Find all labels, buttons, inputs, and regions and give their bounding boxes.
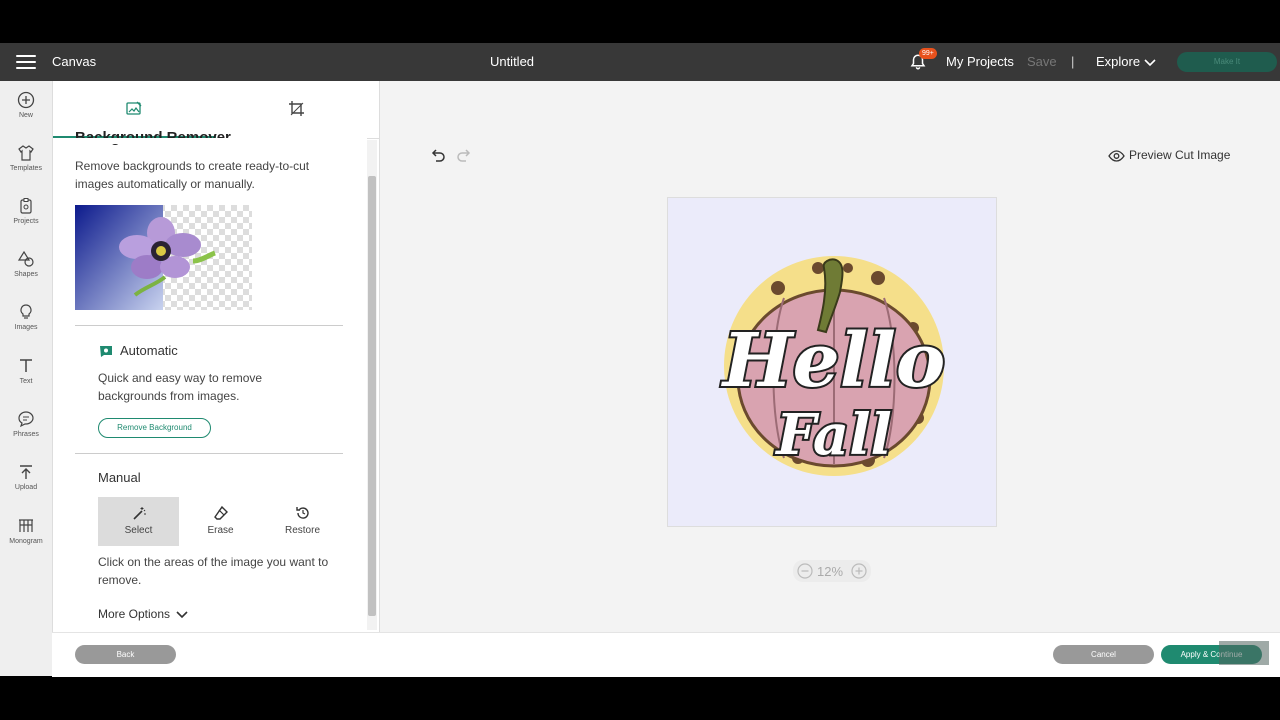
zoom-in-icon[interactable] (851, 563, 867, 579)
hello-fall-artwork[interactable]: Hello Fall (668, 198, 996, 526)
zoom-out-icon[interactable] (797, 563, 813, 579)
document-title[interactable]: Untitled (0, 54, 1024, 69)
my-projects-link[interactable]: My Projects (946, 54, 1014, 69)
sidebar-item-monogram[interactable]: Monogram (0, 517, 52, 545)
eraser-icon (213, 505, 228, 520)
cancel-button[interactable]: Cancel (1053, 645, 1154, 664)
panel-scrollbar[interactable] (367, 140, 377, 630)
section-divider (75, 453, 343, 454)
heading-mask (53, 138, 367, 144)
save-button[interactable]: Save (1027, 54, 1057, 69)
panel-description: Remove backgrounds to create ready-to-cu… (75, 159, 310, 191)
more-options-toggle[interactable]: More Options (98, 607, 188, 621)
artwork-hello-text: Hello (721, 318, 946, 404)
restore-tool-label: Restore (284, 525, 320, 536)
crop-tab-icon[interactable] (288, 100, 306, 118)
zoom-level: 12% (817, 564, 844, 579)
background-remover-panel: Background Remover Remove backgrounds to… (53, 81, 380, 632)
eye-icon (1108, 150, 1125, 162)
select-tool-label: Select (124, 525, 153, 536)
remove-background-button[interactable]: Remove Background (98, 418, 211, 438)
scrollbar-thumb[interactable] (368, 176, 376, 616)
undo-icon[interactable] (430, 149, 446, 163)
section-divider (75, 325, 343, 326)
zoom-control: 12% (793, 560, 871, 582)
manual-description: Click on the areas of the image you want… (98, 555, 329, 587)
text-icon (20, 359, 32, 372)
make-it-button[interactable]: Make It (1177, 52, 1277, 72)
manual-title: Manual (98, 470, 141, 485)
sidebar-item-phrases[interactable]: Phrases (0, 410, 52, 438)
sidebar-item-projects[interactable]: Projects (0, 197, 52, 225)
restore-tool-button[interactable]: Restore (262, 497, 343, 546)
sidebar-item-label: Shapes (14, 271, 38, 278)
redo-icon[interactable] (456, 149, 472, 163)
chevron-down-icon (176, 611, 188, 618)
sidebar-item-templates[interactable]: Templates (0, 144, 52, 172)
monogram-icon (19, 519, 33, 532)
restore-icon (295, 507, 309, 519)
sidebar-item-label: Text (19, 378, 33, 385)
back-button[interactable]: Back (75, 645, 176, 664)
clipboard-icon (20, 198, 32, 214)
automatic-description: Quick and easy way to remove backgrounds… (98, 371, 263, 403)
preview-cut-image-toggle[interactable]: Preview Cut Image (1108, 148, 1230, 162)
plus-circle-icon (17, 91, 35, 109)
select-tool-button[interactable]: Select (98, 497, 179, 546)
left-sidebar: New Templates Projects Shapes Images Tex… (0, 81, 53, 676)
top-bar: Canvas Untitled 99+ My Projects Save | E… (0, 43, 1280, 81)
preview-label: Preview Cut Image (1129, 148, 1231, 162)
sidebar-item-text[interactable]: Text (0, 357, 52, 385)
shapes-icon (17, 250, 34, 267)
manual-tools: Select Erase Restore (98, 497, 343, 546)
image-artboard[interactable]: Hello Fall (667, 197, 997, 527)
header-divider: | (1071, 54, 1075, 69)
sidebar-item-images[interactable]: Images (0, 303, 52, 331)
cursor-overlay (1219, 641, 1269, 665)
sidebar-item-label: Monogram (9, 538, 43, 545)
sidebar-item-label: Phrases (13, 431, 39, 438)
sidebar-item-label: Templates (10, 165, 42, 172)
sidebar-item-upload[interactable]: Upload (0, 463, 52, 491)
sidebar-item-label: New (18, 112, 33, 119)
explore-label: Explore (1096, 54, 1141, 69)
sidebar-item-label: Images (14, 324, 38, 331)
speech-bubble-icon (18, 411, 34, 428)
lightbulb-icon (20, 304, 32, 319)
artwork-fall-text: Fall (774, 402, 892, 468)
sidebar-item-new[interactable]: New (0, 91, 52, 119)
sidebar-item-shapes[interactable]: Shapes (0, 250, 52, 278)
notification-badge: 99+ (919, 48, 937, 59)
explore-menu[interactable]: Explore (1096, 54, 1156, 69)
auto-remove-icon (100, 346, 112, 357)
chevron-down-icon (1144, 58, 1156, 66)
more-options-label: More Options (98, 607, 171, 621)
shirt-icon (18, 145, 34, 161)
erase-tool-label: Erase (207, 525, 234, 536)
magic-wand-icon (132, 507, 146, 520)
sidebar-item-label: Projects (13, 218, 39, 225)
upload-icon (20, 465, 32, 479)
example-image (75, 205, 252, 310)
erase-tool-button[interactable]: Erase (180, 497, 261, 546)
automatic-title: Automatic (120, 343, 178, 358)
sidebar-item-label: Upload (14, 484, 38, 491)
image-edit-tab-icon[interactable] (125, 100, 143, 118)
